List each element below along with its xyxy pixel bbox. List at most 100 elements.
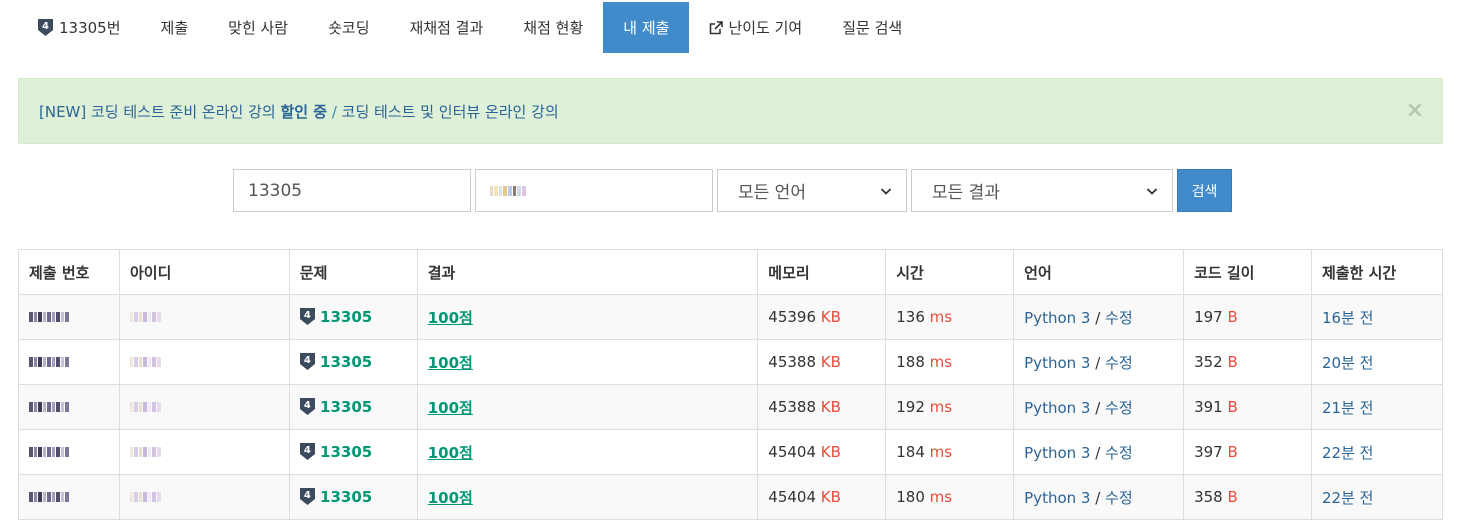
promo-alert: [NEW] 코딩 테스트 준비 온라인 강의 할인 중 / 코딩 테스트 및 인… (18, 78, 1443, 144)
problem-link[interactable]: 4 13305 (299, 353, 372, 371)
edit-link[interactable]: 수정 (1105, 444, 1133, 462)
result-select[interactable]: 모든 결과 (911, 169, 1173, 212)
result-cell: 100점 (416, 339, 759, 385)
time-value: 180 (896, 488, 925, 506)
alert-link-interview[interactable]: 코딩 테스트 및 인터뷰 온라인 강의 (342, 103, 559, 121)
problem-id-input[interactable]: 13305 (233, 169, 471, 212)
time-value: 192 (896, 398, 925, 416)
submitted-time-link[interactable]: 20분 전 (1322, 354, 1373, 372)
submission-id-cell (18, 474, 120, 520)
table-row: 4 13305 100점 45388 KB 188 ms Python 3 / … (18, 339, 1444, 385)
tab-status[interactable]: 채점 현황 (503, 2, 603, 53)
header-result: 결과 (416, 249, 759, 295)
redacted-submission-id (29, 445, 69, 459)
time-unit: ms (929, 488, 953, 506)
time-cell: 136 ms (885, 294, 1015, 340)
tab-label: 난이도 기여 (728, 19, 803, 37)
memory-value: 45404 (768, 443, 817, 461)
edit-link[interactable]: 수정 (1105, 354, 1133, 372)
result-score-link[interactable]: 100점 (428, 354, 473, 372)
memory-value: 45388 (768, 353, 817, 371)
language-link[interactable]: Python 3 (1024, 309, 1090, 327)
header-code-length: 코드 길이 (1183, 249, 1312, 295)
memory-value: 45404 (768, 488, 817, 506)
chevron-down-icon (1146, 185, 1158, 197)
edit-link[interactable]: 수정 (1105, 489, 1133, 507)
header-submission-id: 제출 번호 (18, 249, 120, 295)
code-length-cell: 358 B (1183, 474, 1312, 520)
language-select[interactable]: 모든 언어 (717, 169, 907, 212)
redacted-user-id (129, 490, 161, 504)
tier-badge-icon: 4 (299, 488, 315, 505)
submitted-time-link[interactable]: 21분 전 (1322, 399, 1373, 417)
tab-label: 맞힌 사람 (228, 19, 289, 37)
memory-cell: 45396 KB (757, 294, 887, 340)
result-score-link[interactable]: 100점 (428, 399, 473, 417)
code-length-value: 358 (1194, 488, 1223, 506)
redacted-user-id (129, 310, 161, 324)
tab-rejudge[interactable]: 재채점 결과 (390, 2, 504, 53)
tab-question-search[interactable]: 질문 검색 (822, 2, 922, 53)
tab-shortcoding[interactable]: 숏코딩 (308, 2, 389, 53)
result-score-link[interactable]: 100점 (428, 489, 473, 507)
result-score-link[interactable]: 100점 (428, 309, 473, 327)
memory-unit: KB (820, 308, 841, 326)
tab-my-submissions[interactable]: 내 제출 (603, 2, 690, 53)
user-id-input[interactable] (475, 169, 713, 212)
problem-link[interactable]: 4 13305 (299, 398, 372, 416)
time-cell: 188 ms (885, 339, 1015, 385)
user-id-cell[interactable] (118, 384, 290, 430)
code-length-value: 391 (1194, 398, 1223, 416)
alert-link-course[interactable]: [NEW] 코딩 테스트 준비 온라인 강의 할인 중 (39, 103, 327, 121)
redacted-user-id (129, 355, 161, 369)
language-cell: Python 3 / 수정 (1013, 429, 1185, 475)
tab-problem[interactable]: 4 13305번 (18, 2, 141, 53)
header-memory: 메모리 (757, 249, 887, 295)
close-icon[interactable]: × (1406, 98, 1424, 124)
header-submitted-at: 제출한 시간 (1310, 249, 1444, 295)
language-select-value: 모든 언어 (738, 183, 806, 203)
problem-id-value: 13305 (248, 180, 303, 201)
language-link[interactable]: Python 3 (1024, 354, 1090, 372)
edit-link[interactable]: 수정 (1105, 399, 1133, 417)
tab-submit[interactable]: 제출 (141, 2, 209, 53)
submitted-at-cell: 20분 전 (1310, 339, 1444, 385)
language-link[interactable]: Python 3 (1024, 399, 1090, 417)
user-id-cell[interactable] (118, 474, 290, 520)
tier-badge-icon: 4 (299, 308, 315, 325)
language-link[interactable]: Python 3 (1024, 489, 1090, 507)
problem-link[interactable]: 4 13305 (299, 443, 373, 461)
tab-solvers[interactable]: 맞힌 사람 (208, 2, 308, 53)
result-score-link[interactable]: 100점 (428, 444, 473, 462)
language-cell: Python 3 / 수정 (1013, 384, 1185, 430)
submitted-time-link[interactable]: 16분 전 (1322, 309, 1373, 327)
code-length-cell: 391 B (1183, 384, 1312, 430)
time-unit: ms (929, 398, 953, 416)
tier-badge-icon: 4 (299, 398, 315, 415)
redacted-submission-id (29, 490, 69, 504)
user-id-cell[interactable] (118, 429, 290, 475)
code-length-unit: B (1227, 308, 1238, 326)
edit-link[interactable]: 수정 (1105, 309, 1133, 327)
user-id-cell[interactable] (118, 339, 290, 385)
time-cell: 192 ms (885, 384, 1015, 430)
problem-link[interactable]: 4 13305 (299, 308, 373, 326)
problem-id: 13305 (320, 308, 373, 326)
result-cell: 100점 (416, 474, 759, 520)
problem-id: 13305 (320, 443, 373, 461)
submitted-time-link[interactable]: 22분 전 (1322, 489, 1373, 507)
language-cell: Python 3 / 수정 (1013, 339, 1185, 385)
problem-link[interactable]: 4 13305 (299, 488, 372, 506)
tab-difficulty[interactable]: 난이도 기여 (689, 2, 822, 53)
result-select-value: 모든 결과 (932, 183, 1000, 203)
memory-unit: KB (820, 488, 841, 506)
memory-cell: 45404 KB (757, 474, 887, 520)
language-link[interactable]: Python 3 (1024, 444, 1090, 462)
user-id-cell[interactable] (118, 294, 290, 340)
search-button[interactable]: 검색 (1177, 169, 1232, 212)
code-length-unit: B (1227, 398, 1238, 416)
language-cell: Python 3 / 수정 (1013, 474, 1185, 520)
memory-value: 45396 (768, 308, 817, 326)
submitted-time-link[interactable]: 22분 전 (1322, 444, 1373, 462)
time-cell: 184 ms (885, 429, 1015, 475)
